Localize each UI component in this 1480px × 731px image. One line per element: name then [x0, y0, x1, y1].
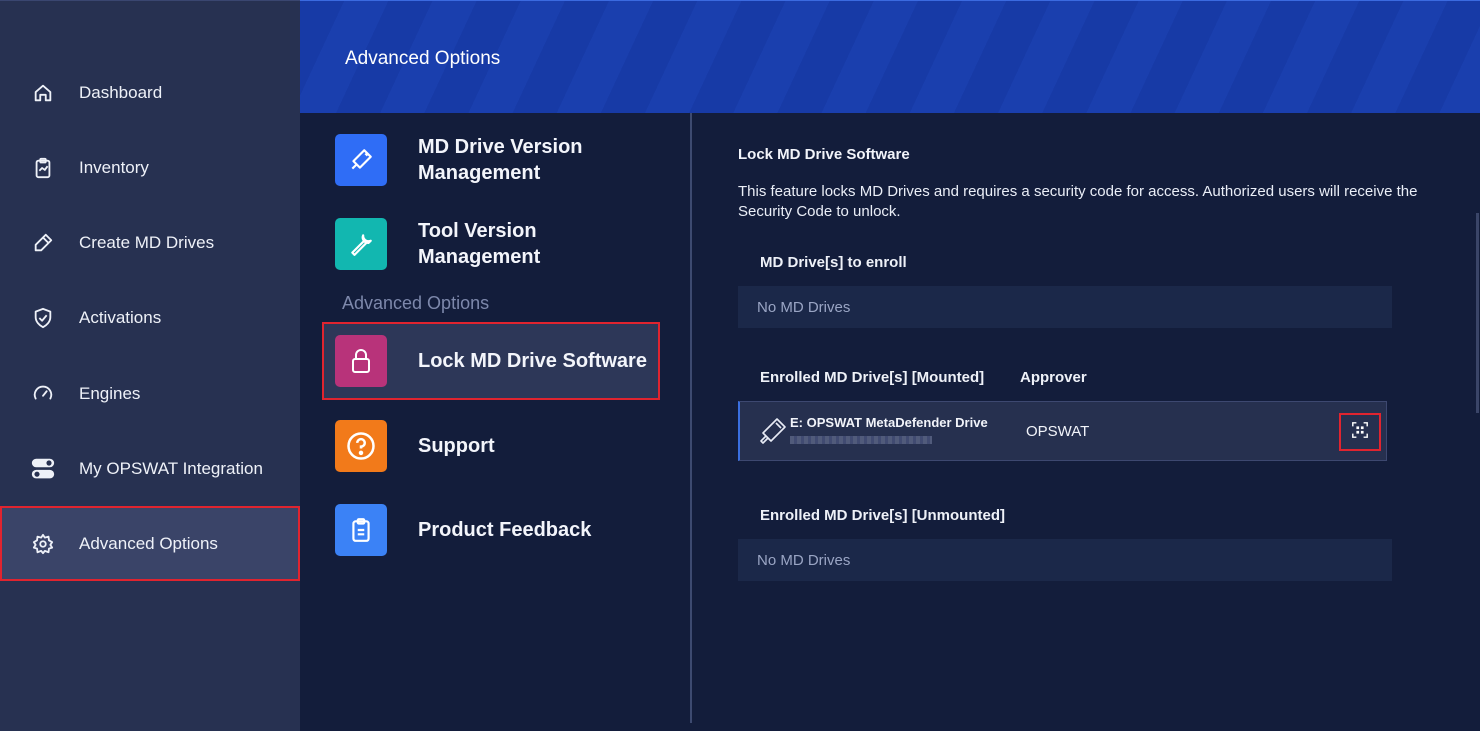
sidebar-item-label: Dashboard — [79, 82, 163, 102]
section-description: This feature locks MD Drives and require… — [738, 183, 1418, 220]
approver-column-header: Approver — [1020, 369, 1087, 386]
scrollbar[interactable] — [1476, 213, 1479, 413]
menu-item-label: Lock MD Drive Software — [418, 350, 647, 372]
menu-item-support[interactable]: Support — [322, 407, 660, 485]
home-icon — [31, 81, 55, 105]
sidebar: Dashboard Inventory Create MD Drives Act… — [0, 0, 300, 731]
advanced-options-menu: MD Drive Version Management Tool Version… — [300, 113, 692, 731]
page-title: Advanced Options — [345, 48, 501, 69]
menu-item-md-drive-version-management[interactable]: MD Drive Version Management — [322, 121, 660, 199]
drive-approver: OPSWAT — [1026, 423, 1090, 440]
section-title: Lock MD Drive Software — [738, 146, 910, 163]
sidebar-item-label: My OPSWAT Integration — [79, 458, 263, 478]
sidebar-item-label: Inventory — [79, 157, 149, 177]
menu-item-label: Tool Version Management — [418, 220, 541, 268]
clipboard-list-icon — [335, 504, 387, 556]
lock-md-drive-panel: Lock MD Drive Software This feature lock… — [692, 113, 1480, 731]
sidebar-item-activations[interactable]: Activations — [0, 280, 300, 355]
menu-section-label: Advanced Options — [342, 293, 490, 313]
drive-name: E: OPSWAT MetaDefender Drive — [790, 415, 988, 430]
usb-drive-icon — [757, 415, 789, 447]
menu-item-product-feedback[interactable]: Product Feedback — [322, 491, 660, 569]
unmounted-heading: Enrolled MD Drive[s] [Unmounted] — [760, 507, 1006, 524]
table-row[interactable]: E: OPSWAT MetaDefender Drive OPSWAT — [738, 401, 1387, 461]
usb-drive-icon — [335, 134, 387, 186]
toggle-icon — [31, 457, 55, 481]
menu-item-lock-md-drive-software[interactable]: Lock MD Drive Software — [322, 322, 660, 400]
menu-item-label: Product Feedback — [418, 519, 592, 541]
wrench-icon — [335, 218, 387, 270]
menu-item-tool-version-management[interactable]: Tool Version Management — [322, 205, 660, 283]
clipboard-icon — [31, 156, 55, 180]
sidebar-item-label: Activations — [79, 307, 162, 327]
unmounted-list: No MD Drives — [738, 539, 1392, 581]
sidebar-item-engines[interactable]: Engines — [0, 356, 300, 431]
menu-item-label: Support — [418, 435, 495, 457]
sidebar-item-inventory[interactable]: Inventory — [0, 130, 300, 205]
gauge-icon — [31, 382, 55, 406]
empty-message: No MD Drives — [757, 552, 851, 569]
menu-item-label: MD Drive Version Management — [418, 136, 583, 184]
sidebar-item-label: Engines — [79, 383, 141, 403]
to-enroll-list: No MD Drives — [738, 286, 1392, 328]
gear-icon — [31, 532, 55, 556]
sidebar-item-create-md-drives[interactable]: Create MD Drives — [0, 205, 300, 280]
scan-qr-icon — [1351, 421, 1369, 444]
shield-check-icon — [31, 306, 55, 330]
question-icon — [335, 420, 387, 472]
sidebar-item-my-opswat-integration[interactable]: My OPSWAT Integration — [0, 431, 300, 506]
lock-icon — [335, 335, 387, 387]
sidebar-item-advanced-options[interactable]: Advanced Options — [0, 506, 300, 581]
drive-serial-redacted — [790, 436, 932, 444]
mounted-heading: Enrolled MD Drive[s] [Mounted] — [760, 369, 985, 386]
page-header: Advanced Options — [300, 0, 1480, 113]
to-enroll-heading: MD Drive[s] to enroll — [760, 254, 907, 271]
sidebar-item-label: Create MD Drives — [79, 232, 215, 252]
scan-qr-button[interactable] — [1339, 413, 1381, 451]
sidebar-item-dashboard[interactable]: Dashboard — [0, 55, 300, 130]
usb-pen-icon — [31, 231, 55, 255]
empty-message: No MD Drives — [757, 299, 851, 316]
sidebar-item-label: Advanced Options — [79, 533, 218, 553]
